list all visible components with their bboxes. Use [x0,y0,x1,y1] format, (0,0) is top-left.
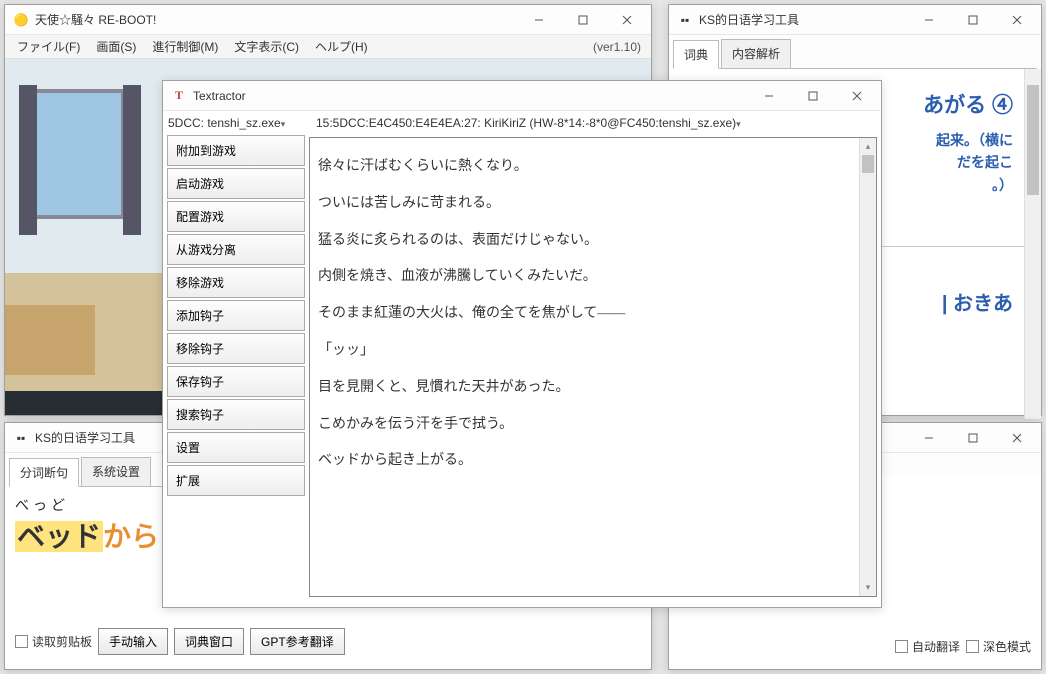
launch-button[interactable]: 启动游戏 [167,168,305,199]
app-icon: ▪▪ [677,12,693,28]
extracted-text-area[interactable]: 徐々に汗ばむくらいに熱くなり。 ついには苦しみに苛まれる。 猛る炎に炙られるのは… [309,137,877,597]
close-button[interactable] [835,82,879,110]
scrollbar[interactable] [1024,69,1041,419]
text-line: 「ッッ」 [318,336,852,367]
game-titlebar[interactable]: 🟡 天使☆騒々 RE-BOOT! [5,5,651,35]
auto-translate-checkbox[interactable]: 自动翻译 [895,638,960,655]
minimize-button[interactable] [747,82,791,110]
text-line: 目を見開くと、見慣れた天井があった。 [318,373,852,404]
dict-window-button[interactable]: 词典窗口 [174,628,244,655]
jp-dict-titlebar[interactable]: ▪▪ KS的日语学习工具 [669,5,1041,35]
ks-trans-bottombar: 自动翻译 深色模式 [885,630,1041,663]
chevron-down-icon: ▾ [281,119,286,129]
maximize-button[interactable] [951,6,995,34]
app-icon: ▪▪ [13,430,29,446]
extensions-button[interactable]: 扩展 [167,465,305,496]
jp-dict-tabs: 词典 内容解析 [669,35,1041,68]
textractor-selectors: 5DCC: tenshi_sz.exe▾ 15:5DCC:E4C450:E4E4… [163,111,881,135]
add-hook-button[interactable]: 添加钩子 [167,300,305,331]
menu-help[interactable]: ヘルプ(H) [307,35,376,58]
remove-game-button[interactable]: 移除游戏 [167,267,305,298]
remove-hook-button[interactable]: 移除钩子 [167,333,305,364]
text-line: 徐々に汗ばむくらいに熱くなり。 [318,152,852,183]
scroll-thumb[interactable] [1027,85,1039,195]
game-title: 天使☆騒々 RE-BOOT! [35,11,517,28]
version-label: (ver1.10) [593,40,647,54]
textractor-title: Textractor [193,89,747,103]
scroll-thumb[interactable] [862,155,874,173]
text-line: こめかみを伝う汗を手で拭う。 [318,410,852,441]
gpt-translate-button[interactable]: GPT参考翻译 [250,628,345,655]
attach-button[interactable]: 附加到游戏 [167,135,305,166]
clipboard-checkbox[interactable]: 读取剪贴板 [15,633,92,650]
dark-mode-checkbox[interactable]: 深色模式 [966,638,1031,655]
close-button[interactable] [995,424,1039,452]
process-select[interactable]: 5DCC: tenshi_sz.exe▾ [168,116,310,130]
detach-button[interactable]: 从游戏分离 [167,234,305,265]
minimize-button[interactable] [517,6,561,34]
hook-select[interactable]: 15:5DCC:E4C450:E4E4EA:27: KiriKiriZ (HW-… [316,116,876,130]
word-highlighted[interactable]: ベッド [15,521,103,552]
jp-dict-title: KS的日语学习工具 [699,11,907,28]
text-line: 猛る炎に炙られるのは、表面だけじゃない。 [318,226,852,257]
textractor-sidebar: 附加到游戏 启动游戏 配置游戏 从游戏分离 移除游戏 添加钩子 移除钩子 保存钩… [163,135,309,601]
textractor-titlebar[interactable]: T Textractor [163,81,881,111]
tab-dictionary[interactable]: 词典 [673,40,719,69]
textractor-icon: T [171,88,187,104]
close-button[interactable] [995,6,1039,34]
maximize-button[interactable] [561,6,605,34]
chevron-down-icon: ▾ [736,119,741,129]
maximize-button[interactable] [791,82,835,110]
menu-file[interactable]: ファイル(F) [9,35,88,58]
ks-seg-bottombar: 读取剪贴板 手动输入 词典窗口 GPT参考翻译 [5,620,355,663]
maximize-button[interactable] [951,424,995,452]
settings-button[interactable]: 设置 [167,432,305,463]
text-line: 内側を焼き、血液が沸騰していくみたいだ。 [318,262,852,293]
scroll-up-icon[interactable]: ▴ [860,138,876,155]
game-menubar: ファイル(F) 画面(S) 進行制御(M) 文字表示(C) ヘルプ(H) (ve… [5,35,651,59]
text-line: ついには苦しみに苛まれる。 [318,189,852,220]
menu-text[interactable]: 文字表示(C) [226,35,307,58]
word-rest[interactable]: から [103,521,159,552]
scrollbar[interactable]: ▴ ▾ [859,138,876,596]
text-line: そのまま紅蓮の大火は、俺の全てを焦がして—— [318,299,852,330]
close-button[interactable] [605,6,649,34]
text-line: ベッドから起き上がる。 [318,446,852,477]
search-hook-button[interactable]: 搜索钩子 [167,399,305,430]
tab-content-parse[interactable]: 内容解析 [721,39,791,68]
game-icon: 🟡 [13,12,29,28]
scroll-down-icon[interactable]: ▾ [860,579,876,596]
textractor-window: T Textractor 5DCC: tenshi_sz.exe▾ 15:5DC… [162,80,882,608]
save-hook-button[interactable]: 保存钩子 [167,366,305,397]
tab-system-settings[interactable]: 系统设置 [81,457,151,486]
minimize-button[interactable] [907,424,951,452]
tab-segmentation[interactable]: 分词断句 [9,458,79,487]
menu-screen[interactable]: 画面(S) [88,35,144,58]
config-button[interactable]: 配置游戏 [167,201,305,232]
minimize-button[interactable] [907,6,951,34]
menu-progress[interactable]: 進行制御(M) [144,35,226,58]
manual-input-button[interactable]: 手动输入 [98,628,168,655]
